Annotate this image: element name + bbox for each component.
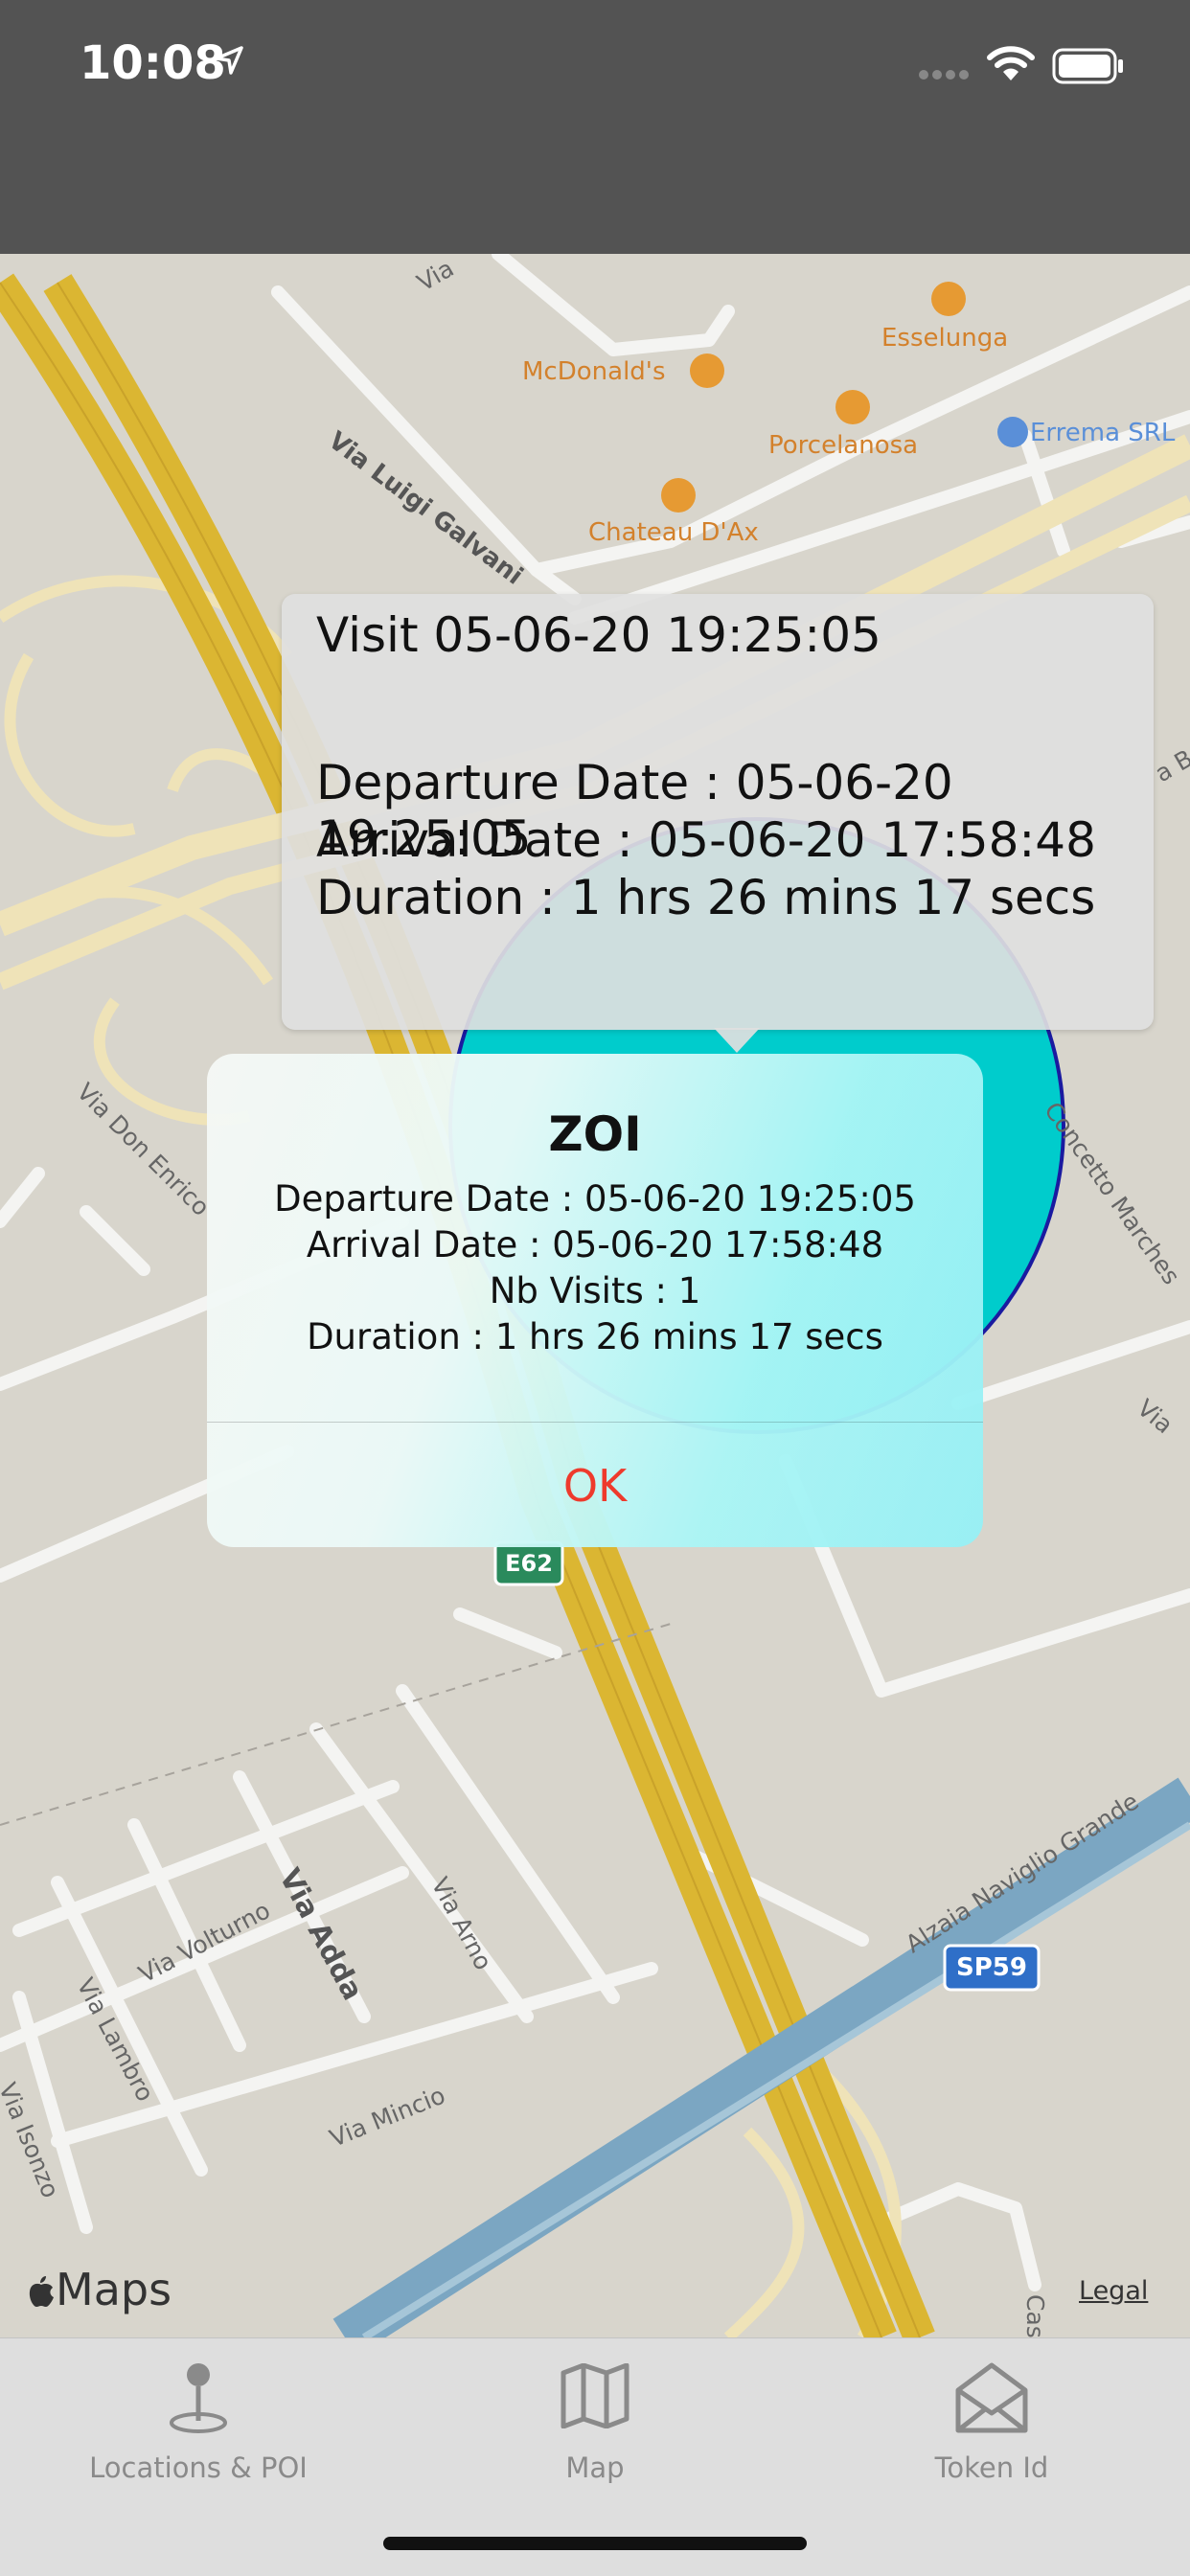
map-icon [561, 2363, 629, 2428]
location-arrow-icon [215, 46, 243, 75]
alert-divider [207, 1422, 983, 1423]
zoi-alert-dialog: ZOI Departure Date : 05-06-20 19:25:05 A… [207, 1054, 983, 1547]
tab-map[interactable]: Map [397, 2338, 793, 2530]
tab-label-token-id: Token Id [934, 2451, 1049, 2484]
tab-token-id[interactable]: Token Id [793, 2338, 1190, 2530]
poi-erremo[interactable]: Errema SRL [1030, 419, 1175, 447]
sp59-label: SP59 [956, 1953, 1027, 1982]
callout-duration: Duration : 1 hrs 26 mins 17 secs [316, 870, 1096, 925]
poi-marker-erremo [997, 417, 1028, 447]
poi-chateau[interactable]: Chateau D'Ax [588, 518, 759, 547]
callout-arrival: Arrival Date : 05-06-20 17:58:48 [316, 812, 1096, 868]
home-indicator[interactable] [383, 2537, 807, 2550]
tab-label-locations-poi: Locations & POI [89, 2451, 308, 2484]
alert-visits: Nb Visits : 1 [489, 1270, 701, 1311]
tab-locations-poi[interactable]: Locations & POI [0, 2338, 397, 2530]
status-time: 10:08 [80, 36, 226, 90]
maps-logo-text: Maps [56, 2264, 172, 2315]
alert-departure: Departure Date : 05-06-20 19:25:05 [274, 1178, 916, 1220]
callout-pointer [714, 1028, 760, 1053]
status-bar: 10:08 [0, 0, 1190, 254]
legal-link[interactable]: Legal [1079, 2276, 1148, 2306]
callout-title: Visit 05-06-20 19:25:05 [316, 607, 881, 663]
poi-porcelanosa[interactable]: Porcelanosa [768, 431, 918, 460]
signal-dots-icon [919, 70, 969, 80]
battery-icon [1052, 48, 1123, 84]
poi-esselunga[interactable]: Esselunga [881, 324, 1008, 353]
street-cas: Cas [1021, 2294, 1049, 2337]
envelope-icon [955, 2362, 1028, 2433]
poi-marker-mcdonalds [690, 353, 724, 388]
e62-label: E62 [505, 1550, 553, 1577]
poi-marker-esselunga [931, 282, 966, 316]
ok-button[interactable]: OK [207, 1424, 983, 1547]
alert-title: ZOI [548, 1106, 642, 1162]
apple-maps-logo: Maps [27, 2264, 172, 2315]
alert-duration: Duration : 1 hrs 26 mins 17 secs [307, 1316, 883, 1357]
visit-callout[interactable]: Visit 05-06-20 19:25:05 Departure Date :… [282, 594, 1154, 1030]
alert-arrival: Arrival Date : 05-06-20 17:58:48 [306, 1224, 884, 1265]
poi-marker-chateau [661, 478, 696, 513]
apple-icon [29, 2276, 54, 2307]
wifi-icon [987, 46, 1035, 80]
tab-label-map: Map [565, 2451, 625, 2484]
poi-mcdonalds[interactable]: McDonald's [522, 357, 666, 386]
poi-marker-porcelanosa [835, 390, 870, 424]
pin-icon [170, 2363, 227, 2433]
